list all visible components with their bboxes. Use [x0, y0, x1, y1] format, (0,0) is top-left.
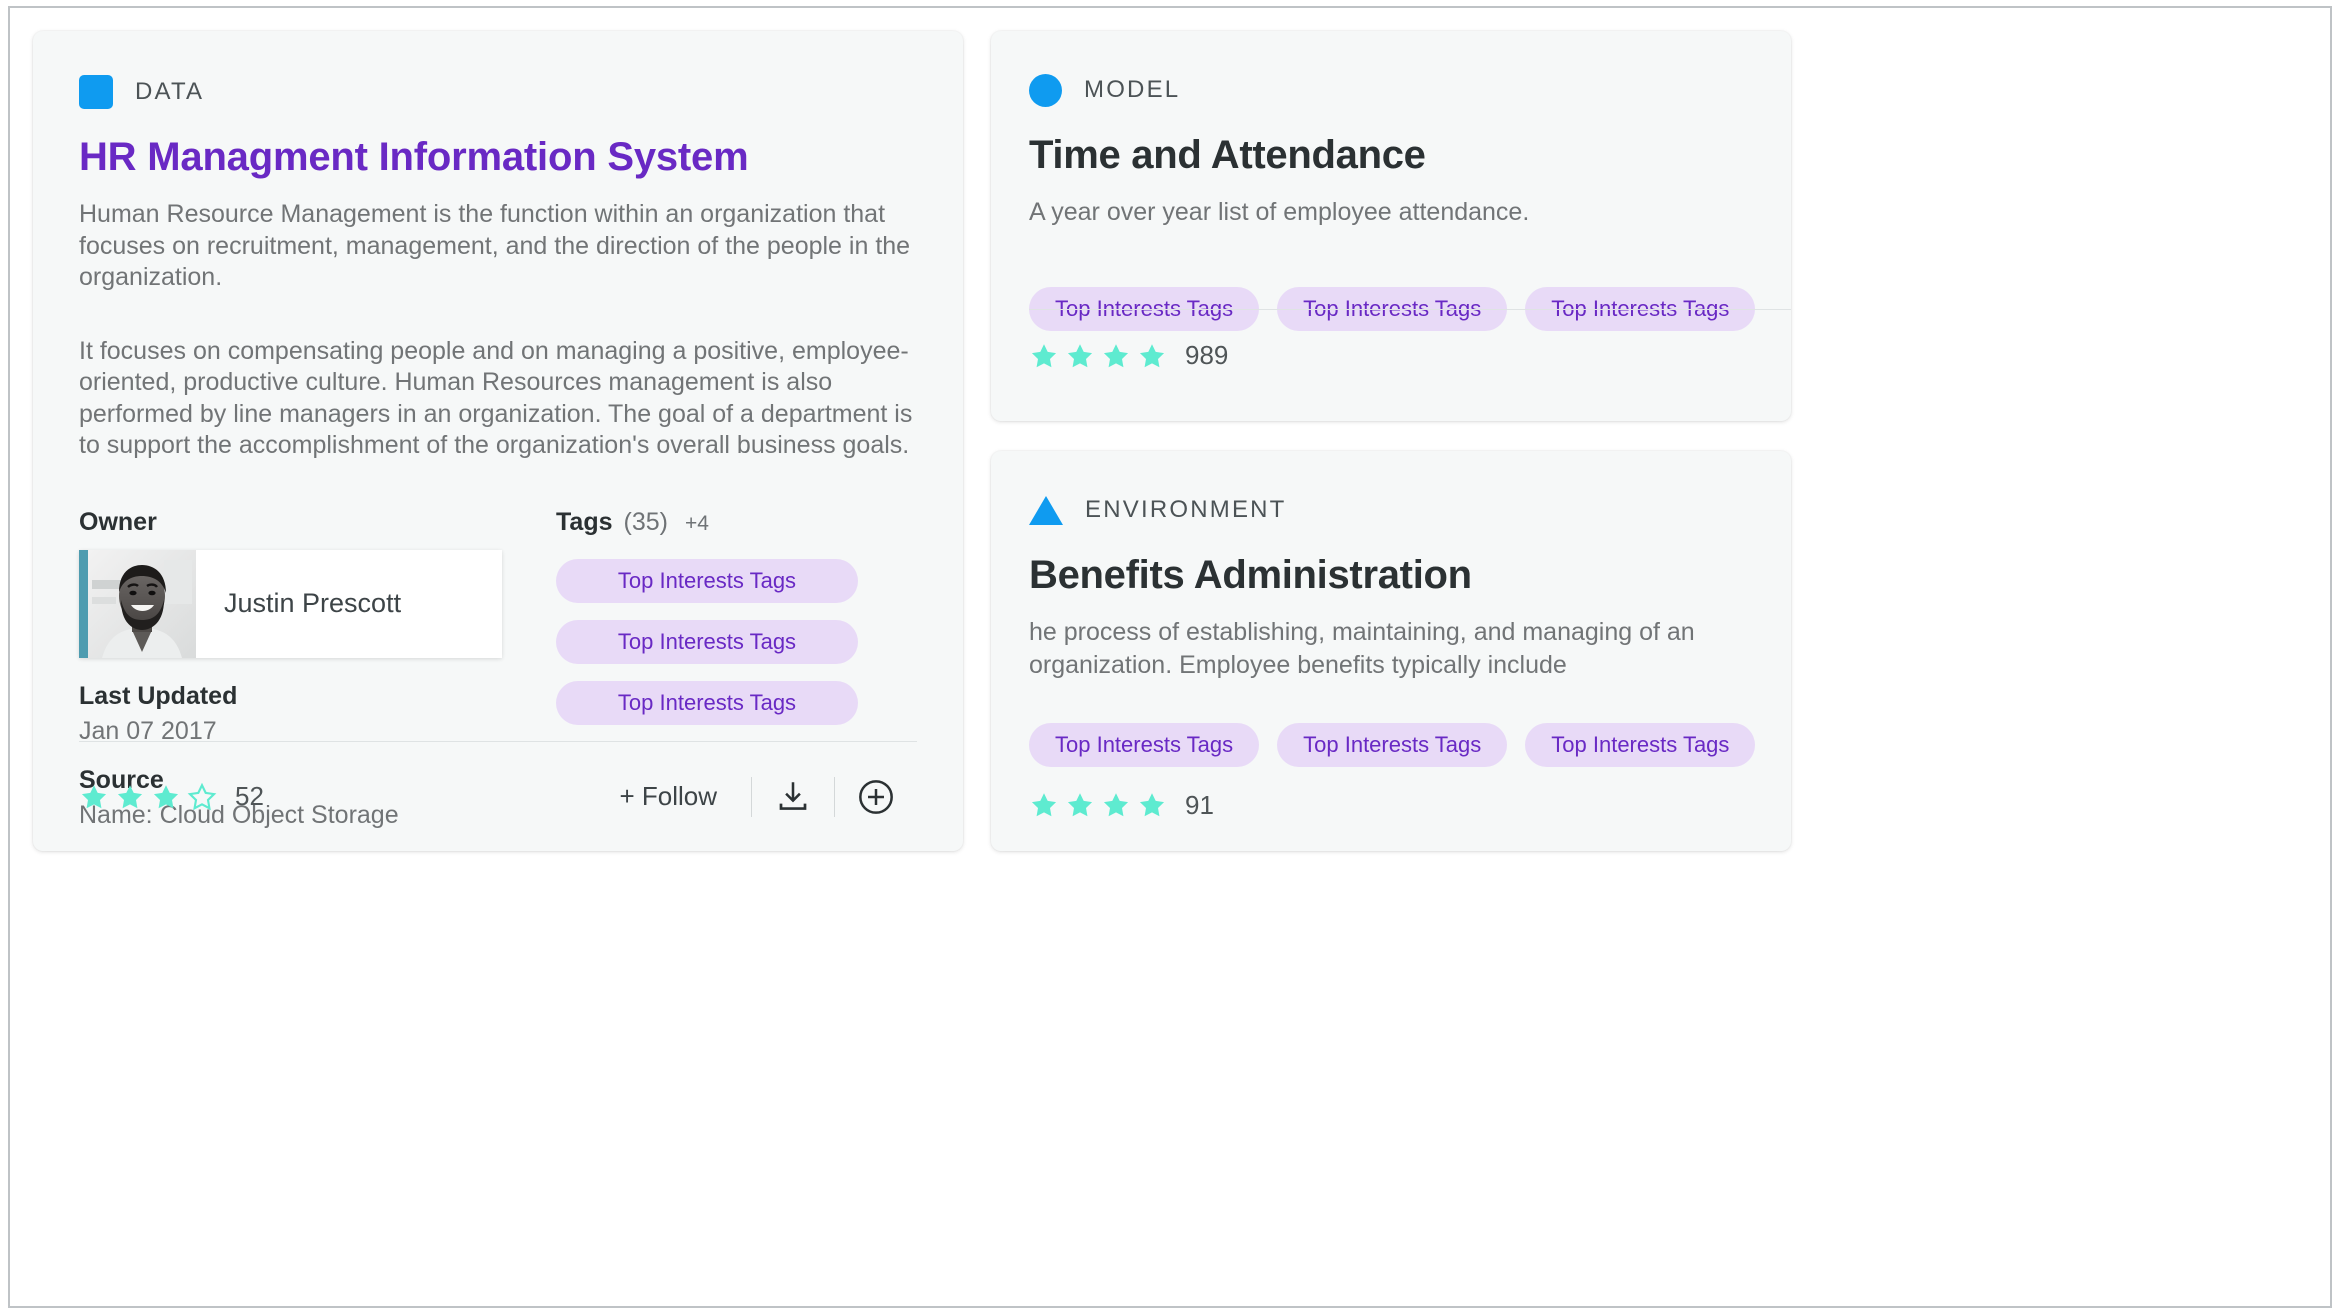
- card-description: A year over year list of employee attend…: [1029, 198, 1530, 226]
- kind-badge-row: ENVIRONMENT: [1029, 493, 1753, 527]
- card-footer: 989: [1029, 309, 1791, 401]
- owner-label: Owner: [79, 507, 157, 536]
- related-card-model[interactable]: MODEL Time and Attendance A year over ye…: [991, 31, 1791, 421]
- owner-accent-bar: [79, 549, 88, 658]
- kind-badge-row: MODEL: [1029, 73, 1753, 107]
- star-filled-icon[interactable]: [1029, 790, 1059, 820]
- tags-label: Tags: [556, 507, 613, 536]
- star-filled-icon[interactable]: [1137, 790, 1167, 820]
- tags-count: (35): [623, 507, 668, 536]
- star-filled-icon[interactable]: [1101, 341, 1131, 371]
- star-filled-icon[interactable]: [1065, 790, 1095, 820]
- card-title: Benefits Administration: [1029, 553, 1472, 597]
- star-filled-icon[interactable]: [151, 782, 181, 812]
- last-updated-block: Last Updated Jan 07 2017: [79, 682, 534, 746]
- rating[interactable]: 989: [1029, 340, 1228, 371]
- description-paragraph-2: It focuses on compensating people and on…: [79, 336, 913, 460]
- star-rating[interactable]: [1029, 341, 1167, 371]
- rating[interactable]: 91: [1029, 790, 1214, 821]
- page-title: HR Managment Information System: [79, 135, 749, 179]
- rating-count: 989: [1185, 340, 1229, 370]
- square-badge-icon: [79, 75, 113, 109]
- related-card-environment[interactable]: ENVIRONMENT Benefits Administration he p…: [991, 451, 1791, 851]
- plus-circle-icon: [859, 779, 893, 814]
- follow-button[interactable]: + Follow: [619, 781, 751, 812]
- star-rating[interactable]: [79, 782, 217, 812]
- owner-name: Justin Prescott: [224, 588, 402, 618]
- tag-pill[interactable]: Top Interests Tags: [556, 680, 858, 725]
- star-filled-icon[interactable]: [1065, 341, 1095, 371]
- triangle-badge-icon: [1029, 495, 1063, 525]
- tags-header: Tags (35) +4: [556, 508, 917, 537]
- card-title: Time and Attendance: [1029, 133, 1426, 177]
- description-paragraph-1: Human Resource Management is the functio…: [79, 200, 911, 291]
- rating-count: 91: [1185, 789, 1214, 820]
- star-filled-icon[interactable]: [115, 782, 145, 812]
- kind-badge-row: DATA: [79, 75, 917, 109]
- star-filled-icon[interactable]: [1137, 341, 1167, 371]
- star-filled-icon[interactable]: [1029, 341, 1059, 371]
- tag-pill[interactable]: Top Interests Tags: [556, 619, 858, 664]
- asset-detail-card[interactable]: DATA HR Managment Information System Hum…: [33, 31, 963, 851]
- kind-label: MODEL: [1084, 76, 1181, 103]
- card-description: he process of establishing, maintaining,…: [1029, 618, 1695, 679]
- tag-pill[interactable]: Top Interests Tags: [556, 558, 858, 603]
- star-outline-icon[interactable]: [187, 782, 217, 812]
- star-filled-icon[interactable]: [1101, 790, 1131, 820]
- circle-badge-icon: [1029, 73, 1062, 107]
- kind-label: DATA: [135, 78, 205, 105]
- tag-list: Top Interests Tags Top Interests Tags To…: [556, 558, 917, 725]
- avatar-photo-icon: [88, 549, 196, 658]
- page-frame: DATA HR Managment Information System Hum…: [8, 6, 2332, 1308]
- tags-more-count[interactable]: +4: [685, 512, 709, 536]
- rating[interactable]: 52: [79, 781, 264, 812]
- card-footer: 91: [1029, 759, 1791, 851]
- last-updated-label: Last Updated: [79, 681, 238, 710]
- owner-card[interactable]: Justin Prescott: [79, 549, 502, 658]
- avatar: [88, 549, 196, 658]
- kind-label: ENVIRONMENT: [1085, 496, 1287, 523]
- rating-count: 52: [235, 781, 264, 811]
- footer-actions: + Follow: [619, 769, 917, 825]
- star-filled-icon[interactable]: [79, 782, 109, 812]
- add-button[interactable]: [835, 769, 917, 825]
- card-footer: 52 + Follow: [79, 741, 917, 851]
- download-icon: [779, 781, 807, 810]
- canvas: DATA HR Managment Information System Hum…: [10, 8, 2334, 1310]
- download-button[interactable]: [752, 769, 834, 825]
- star-rating[interactable]: [1029, 790, 1167, 820]
